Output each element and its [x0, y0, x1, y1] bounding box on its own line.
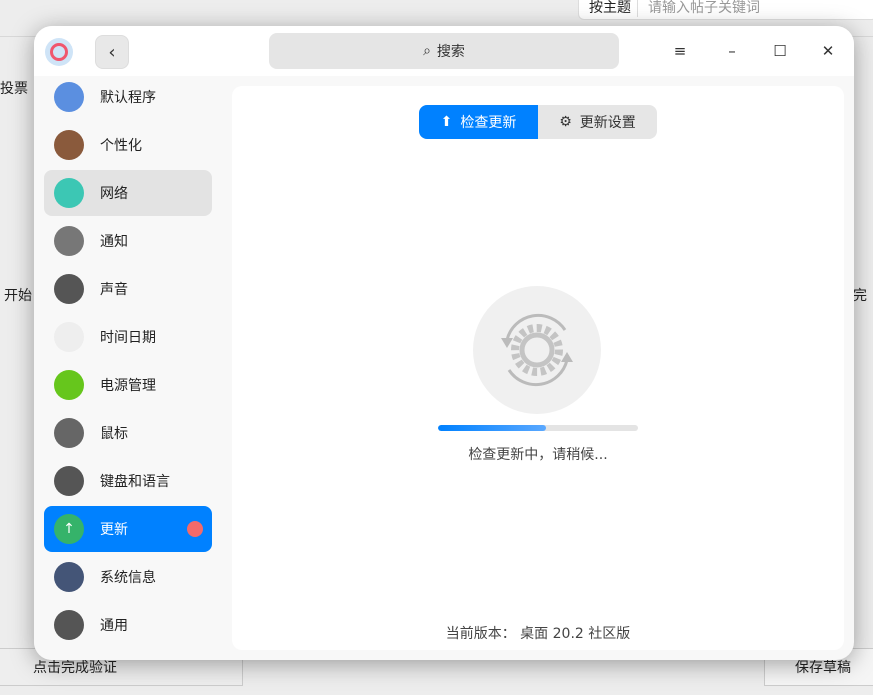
sidebar-item-label: 声音 — [100, 282, 128, 298]
control-center-window: ‹ ⌕ 搜索 ≡ – ☐ ✕ 默认程序个性化网络通知声音时间日期电源管理鼠标键盘… — [34, 26, 854, 660]
sidebar-item[interactable]: 网络 — [44, 170, 212, 216]
sidebar-item[interactable]: 时间日期 — [44, 314, 212, 360]
update-progress-bar — [438, 425, 638, 431]
palette-icon — [54, 130, 84, 160]
update-panel: ⬆ 检查更新 ⚙ 更新设置 检查更新中，请稍候... 当前版本： 桌面 20.2 社… — [232, 86, 844, 650]
sidebar-item[interactable]: 声音 — [44, 266, 212, 312]
sidebar-item-label: 默认程序 — [100, 90, 156, 106]
titlebar: ‹ ⌕ 搜索 ≡ – ☐ ✕ — [34, 26, 854, 76]
sidebar-item-label: 时间日期 — [100, 330, 156, 346]
sidebar-item-label: 鼠标 — [100, 426, 128, 442]
tab-label: 检查更新 — [460, 115, 517, 131]
gear-icon: ⚙ — [559, 114, 572, 130]
tab-update-settings[interactable]: ⚙ 更新设置 — [538, 105, 657, 139]
sidebar-item-label: 电源管理 — [100, 378, 156, 394]
sidebar-item[interactable]: ↑ 更新 — [44, 506, 212, 552]
back-button[interactable]: ‹ — [95, 35, 129, 69]
keyboard-icon — [54, 466, 84, 496]
sidebar-item-label: 个性化 — [100, 138, 142, 154]
bg-vote[interactable]: 投票 — [0, 78, 28, 98]
search-input[interactable]: ⌕ 搜索 — [269, 33, 619, 69]
search-icon: ⌕ — [423, 43, 431, 59]
search-placeholder: 搜索 — [436, 44, 465, 60]
sidebar-item-label: 键盘和语言 — [100, 474, 170, 490]
sidebar-item-label: 网络 — [100, 186, 128, 202]
update-status-text: 检查更新中，请稍候... — [468, 447, 608, 463]
update-icon: ↑ — [54, 514, 84, 544]
arrow-up-circle-icon: ⬆ — [440, 114, 453, 130]
sidebar-item[interactable]: 个性化 — [44, 122, 212, 168]
sidebar-item[interactable]: 默认程序 — [44, 74, 212, 120]
update-badge — [187, 521, 203, 537]
bg-start: 开始 — [4, 288, 32, 304]
bg-done: 完 — [853, 288, 867, 304]
sidebar-item[interactable]: 通用 — [44, 602, 212, 648]
default-apps-icon — [54, 82, 84, 112]
sidebar-item[interactable]: 键盘和语言 — [44, 458, 212, 504]
maximize-button[interactable]: ☐ — [765, 36, 795, 66]
bg-save-draft-label: 保存草稿 — [795, 660, 851, 676]
minimize-button[interactable]: – — [717, 36, 747, 66]
network-icon — [54, 178, 84, 208]
bg-verify-label: 点击完成验证 — [33, 660, 117, 676]
sidebar-item-label: 通知 — [100, 234, 128, 250]
bg-topic-select[interactable]: 按主题 — [579, 0, 638, 17]
current-version-text: 当前版本： 桌面 20.2 社区版 — [445, 626, 631, 642]
menu-button[interactable]: ≡ — [665, 36, 695, 66]
speaker-icon — [54, 274, 84, 304]
sidebar-item[interactable]: 鼠标 — [44, 410, 212, 456]
bell-icon — [54, 226, 84, 256]
mouse-icon — [54, 418, 84, 448]
sidebar-item-label: 系统信息 — [100, 570, 156, 586]
app-logo-icon — [45, 38, 73, 66]
sidebar-item[interactable]: 系统信息 — [44, 554, 212, 600]
bg-search-bar: 按主题 请输入帖子关键词 — [578, 0, 873, 20]
checking-update-icon — [473, 286, 601, 414]
tab-bar: ⬆ 检查更新 ⚙ 更新设置 — [419, 105, 657, 139]
close-button[interactable]: ✕ — [813, 36, 843, 66]
system-info-icon — [54, 562, 84, 592]
battery-icon — [54, 370, 84, 400]
sidebar-item-label: 通用 — [100, 618, 128, 634]
general-icon — [54, 610, 84, 640]
tab-check-update[interactable]: ⬆ 检查更新 — [419, 105, 538, 139]
sidebar-item[interactable]: 通知 — [44, 218, 212, 264]
clock-icon — [54, 322, 84, 352]
bg-keyword-input[interactable]: 请输入帖子关键词 — [638, 0, 760, 17]
sidebar-item[interactable]: 电源管理 — [44, 362, 212, 408]
sidebar-item-label: 更新 — [100, 522, 128, 538]
tab-label: 更新设置 — [579, 115, 636, 131]
sidebar: 默认程序个性化网络通知声音时间日期电源管理鼠标键盘和语言 ↑ 更新系统信息通用 — [34, 76, 222, 660]
progress-fill — [438, 425, 546, 431]
